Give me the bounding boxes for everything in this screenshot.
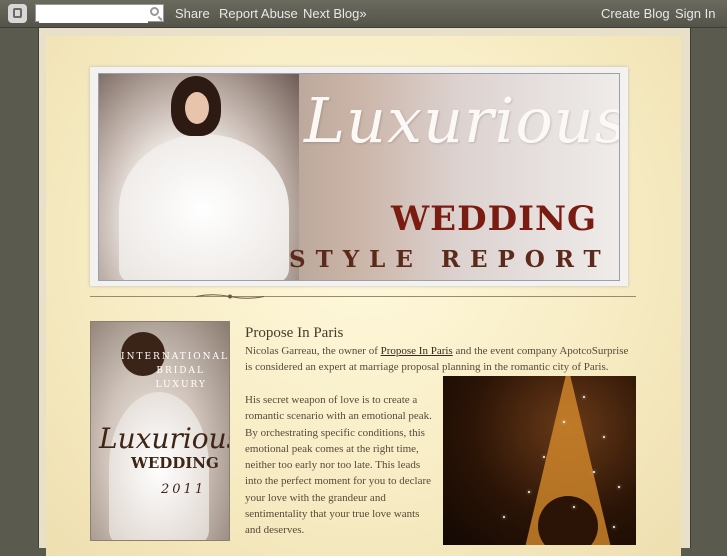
banner-image: Luxurious WEDDING STYLE REPORT (98, 73, 620, 281)
header-subtitle: STYLE REPORT (289, 246, 611, 273)
eiffel-tower-photo (443, 376, 636, 545)
share-link[interactable]: Share (175, 6, 210, 21)
propose-in-paris-link[interactable]: Propose In Paris (381, 345, 453, 357)
header-banner[interactable]: Luxurious WEDDING STYLE REPORT (90, 67, 628, 286)
sidebar-line3: LUXURY (155, 380, 207, 390)
sidebar-line1: INTERNATIONAL (121, 352, 229, 362)
search-input[interactable] (39, 7, 148, 23)
post-paragraph-1: Nicolas Garreau, the owner of Propose In… (245, 343, 636, 376)
sign-in-link[interactable]: Sign In (675, 6, 715, 21)
search-box (35, 4, 164, 23)
blogger-navbar: Share Report Abuse Next Blog» Create Blo… (0, 0, 727, 28)
header-main-title: WEDDING (391, 199, 598, 239)
next-blog-link[interactable]: Next Blog» (303, 6, 367, 21)
post-p1-before: Nicolas Garreau, the owner of (245, 345, 381, 357)
ornament-icon (196, 294, 264, 299)
bride-photo (99, 74, 299, 280)
sidebar-line2: BRIDAL (156, 366, 205, 376)
header-script-title: Luxurious (304, 84, 620, 157)
post-paragraph-2: His secret weapon of love is to create a… (245, 394, 432, 537)
sidebar-wedding-title: WEDDING (131, 454, 219, 472)
sidebar-book-cover[interactable]: INTERNATIONAL BRIDAL LUXURY Luxurious WE… (90, 321, 230, 541)
create-blog-link[interactable]: Create Blog (601, 6, 670, 21)
search-icon[interactable] (150, 7, 159, 16)
header-divider (90, 296, 636, 297)
sidebar-year: 2011 (161, 482, 207, 497)
post-title[interactable]: Propose In Paris (245, 325, 343, 342)
blogger-logo-icon[interactable] (8, 4, 27, 23)
report-abuse-link[interactable]: Report Abuse (219, 6, 298, 21)
sidebar-script-title: Luxurious (99, 422, 230, 455)
